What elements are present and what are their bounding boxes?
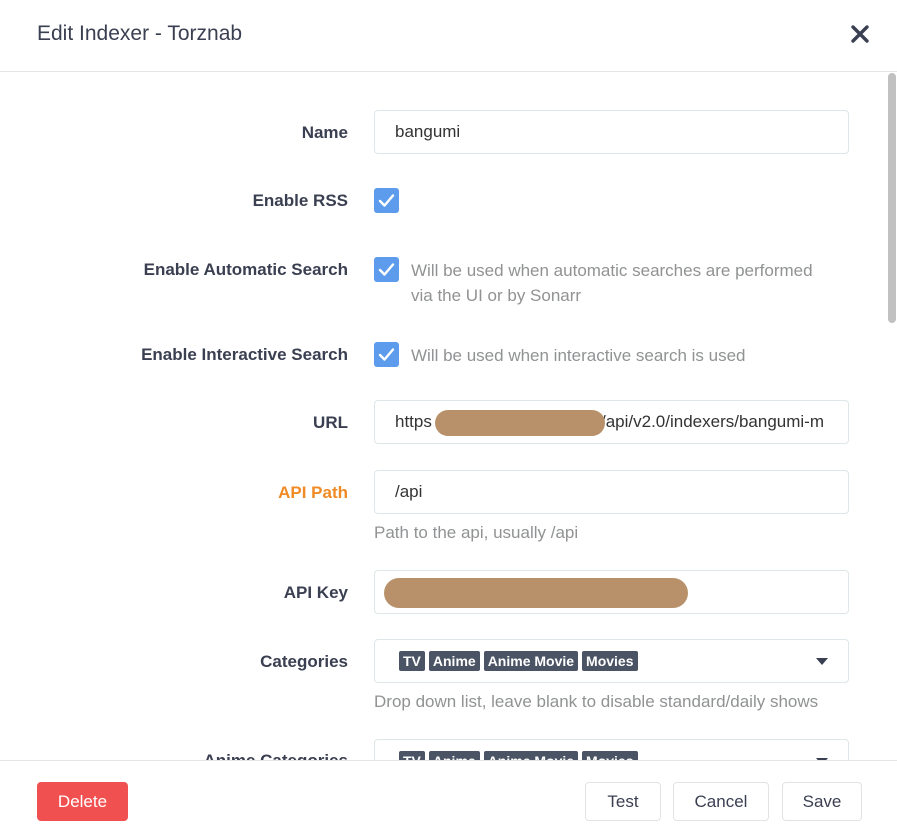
- test-button[interactable]: Test: [585, 782, 661, 821]
- save-button[interactable]: Save: [782, 782, 862, 821]
- category-tag: TV: [399, 651, 425, 671]
- check-icon: [378, 263, 395, 276]
- enable-auto-search-help-2: via the UI or by Sonarr: [411, 286, 582, 305]
- dialog-body[interactable]: Name Enable RSS Enable Automatic Search …: [0, 73, 897, 760]
- dialog-title: Edit Indexer - Torznab: [37, 22, 243, 45]
- close-icon: [851, 25, 869, 43]
- caret-down-icon: [816, 658, 828, 666]
- category-tag: Movies: [582, 751, 638, 760]
- redaction-mark: [435, 410, 605, 436]
- name-label: Name: [301, 123, 348, 142]
- category-tag: Anime Movie: [483, 651, 579, 671]
- url-value-end: /api/v2.0/indexers/bangumi-m: [601, 412, 825, 431]
- enable-interactive-search-checkbox[interactable]: [374, 342, 399, 367]
- scroll-thumb[interactable]: [888, 73, 896, 323]
- enable-rss-label: Enable RSS: [252, 191, 348, 210]
- enable-auto-search-help-1: Will be used when automatic searches are…: [411, 261, 813, 280]
- category-tag: Anime: [428, 651, 480, 671]
- url-input[interactable]: https /api/v2.0/indexers/bangumi-m: [374, 400, 849, 444]
- dialog-header: Edit Indexer - Torznab: [0, 0, 897, 72]
- api-path-help: Path to the api, usually /api: [374, 523, 579, 542]
- api-path-input[interactable]: [374, 470, 849, 514]
- categories-label: Categories: [260, 652, 348, 671]
- dialog-footer: Delete Test Cancel Save: [0, 760, 897, 835]
- close-button[interactable]: [848, 22, 872, 46]
- enable-auto-search-label: Enable Automatic Search: [143, 260, 348, 279]
- category-tag: TV: [399, 751, 425, 760]
- enable-rss-checkbox[interactable]: [374, 188, 399, 213]
- cancel-button[interactable]: Cancel: [673, 782, 769, 821]
- check-icon: [378, 348, 395, 361]
- url-value-start: https: [395, 412, 432, 431]
- delete-button[interactable]: Delete: [37, 782, 128, 821]
- check-icon: [378, 194, 395, 207]
- api-key-label: API Key: [283, 583, 348, 602]
- enable-interactive-search-label: Enable Interactive Search: [141, 345, 348, 364]
- anime-categories-label: Anime Categories: [203, 751, 348, 760]
- name-input[interactable]: [374, 110, 849, 154]
- category-tag: Anime Movie: [483, 751, 579, 760]
- categories-select[interactable]: TV Anime Anime Movie Movies: [374, 639, 849, 683]
- api-path-label: API Path: [278, 483, 348, 502]
- enable-auto-search-checkbox[interactable]: [374, 257, 399, 282]
- url-label: URL: [313, 413, 348, 432]
- scrollbar[interactable]: [885, 73, 897, 760]
- category-tag: Anime: [428, 751, 480, 760]
- redaction-mark: [384, 578, 688, 608]
- api-key-input[interactable]: [374, 570, 849, 614]
- anime-categories-select[interactable]: TV Anime Anime Movie Movies: [374, 739, 849, 760]
- categories-help: Drop down list, leave blank to disable s…: [374, 692, 819, 711]
- enable-interactive-search-help: Will be used when interactive search is …: [411, 346, 746, 365]
- category-tag: Movies: [582, 651, 638, 671]
